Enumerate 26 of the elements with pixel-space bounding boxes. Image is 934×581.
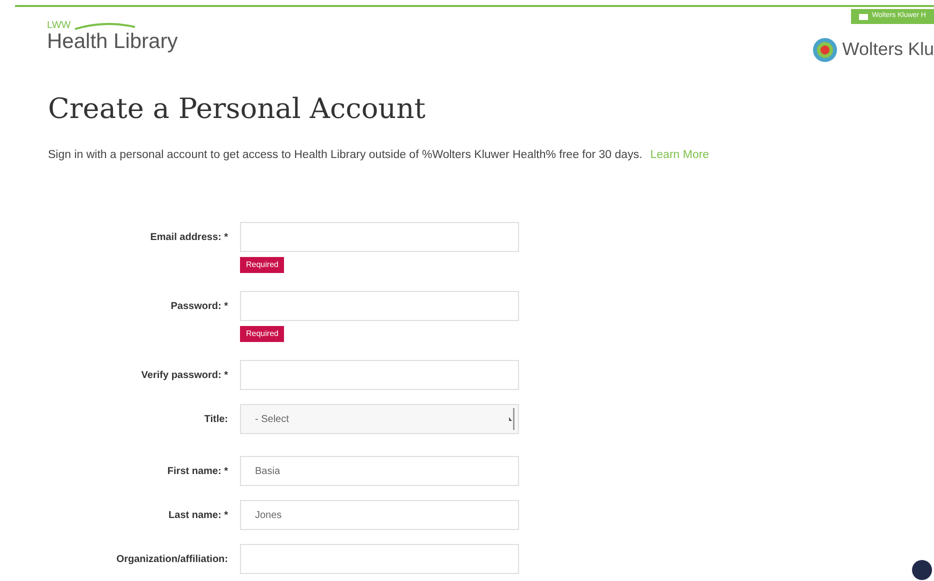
error-badge: Required xyxy=(240,326,284,342)
logo-caption: LWW xyxy=(47,21,71,31)
field-label: First name: * xyxy=(166,464,228,479)
logo-text: Health Library xyxy=(47,31,178,53)
error-badge: Required xyxy=(240,257,284,274)
title-dropdown[interactable]: - Select xyxy=(240,404,519,434)
intro-text: Sign in with a personal account to get access to Health Library outside of %Wolters Kluwer Health% free for 30 days. xyxy=(48,148,642,163)
field-label: Organization/affiliation: xyxy=(115,552,228,567)
help-icon[interactable] xyxy=(912,560,932,580)
input-field[interactable] xyxy=(240,544,519,574)
input-field[interactable]: Jones xyxy=(240,500,519,530)
brand-logo-icon xyxy=(812,36,838,62)
input-field[interactable] xyxy=(240,291,519,322)
page-title: Create a Personal Account xyxy=(48,93,426,125)
field-label: Title: xyxy=(203,412,228,427)
dropdown-arrow-icon xyxy=(509,408,515,430)
field-label: Email address: * xyxy=(149,230,228,245)
input-field[interactable] xyxy=(240,360,519,390)
swoosh-icon xyxy=(74,22,135,30)
field-label: Password: * xyxy=(170,300,228,314)
input-field[interactable] xyxy=(240,222,519,252)
briefcase-icon xyxy=(859,13,868,20)
field-label: Last name: * xyxy=(168,508,228,523)
field-label: Verify password: * xyxy=(140,368,228,383)
input-field[interactable]: Basia xyxy=(240,456,519,486)
brand-name: Wolters Klu xyxy=(842,38,934,61)
